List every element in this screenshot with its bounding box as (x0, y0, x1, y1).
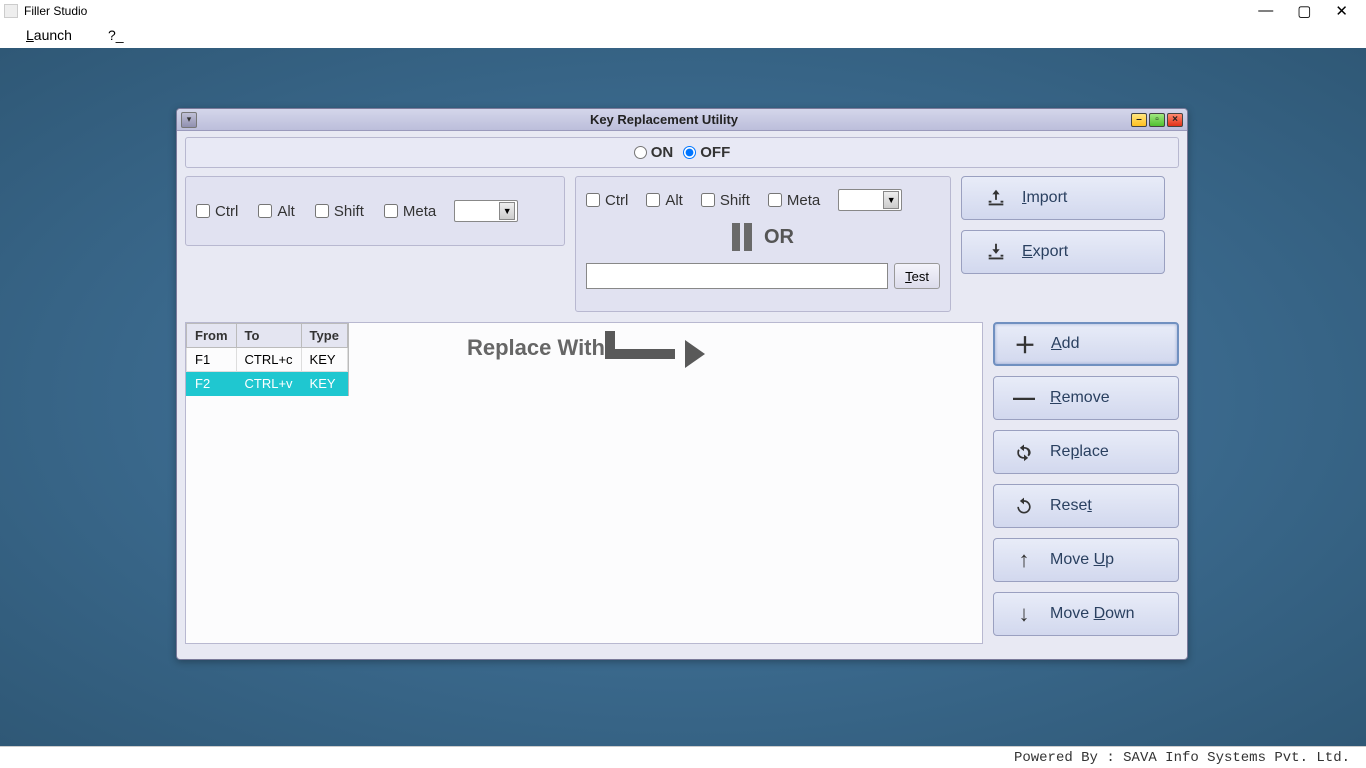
mappings-table[interactable]: From To Type F1CTRL+cKEYF2CTRL+vKEY (186, 323, 348, 396)
mappings-table-area: From To Type F1CTRL+cKEYF2CTRL+vKEY (185, 322, 983, 644)
minimize-icon[interactable]: — (1258, 2, 1273, 20)
reset-button[interactable]: Reset (993, 484, 1179, 528)
radio-on[interactable]: ON (634, 144, 674, 161)
maximize-icon[interactable]: ▢ (1297, 2, 1311, 20)
inner-minimize-icon[interactable]: – (1131, 113, 1147, 127)
movedown-button[interactable]: ↓ Move Down (993, 592, 1179, 636)
close-icon[interactable]: ✕ (1335, 2, 1348, 20)
import-icon (984, 186, 1008, 210)
test-button[interactable]: Test (894, 263, 940, 289)
inner-maximize-icon[interactable]: ▫ (1149, 113, 1165, 127)
footer: Powered By : SAVA Info Systems Pvt. Ltd. (0, 746, 1366, 768)
remove-button[interactable]: — Remove (993, 376, 1179, 420)
desktop: Key Replacement Utility – ▫ × ON OFF Ctr… (0, 48, 1366, 746)
source-key-panel: Ctrl Alt Shift Meta ▼ (185, 176, 565, 246)
radio-off[interactable]: OFF (683, 144, 730, 161)
replace-with-label: Replace With (467, 334, 705, 362)
table-row[interactable]: F2CTRL+vKEY (187, 372, 348, 396)
refresh-icon (1012, 442, 1036, 462)
src-meta-checkbox[interactable]: Meta (384, 203, 436, 220)
titlebar: Filler Studio — ▢ ✕ (0, 0, 1366, 22)
undo-icon (1012, 496, 1036, 516)
menu-help[interactable]: ?_ (108, 27, 124, 43)
col-from[interactable]: From (187, 324, 237, 348)
pause-icon (732, 223, 752, 251)
src-shift-checkbox[interactable]: Shift (315, 203, 364, 220)
col-type[interactable]: Type (301, 324, 347, 348)
menu-launch[interactable]: LLaunch (26, 27, 72, 43)
inner-title: Key Replacement Utility (197, 112, 1131, 127)
import-button[interactable]: Import (961, 176, 1165, 220)
arrow-down-icon: ↓ (1012, 601, 1036, 627)
onoff-panel: ON OFF (185, 137, 1179, 168)
or-separator: OR (586, 223, 940, 251)
src-key-dropdown[interactable]: ▼ (454, 200, 518, 222)
footer-text: Powered By : SAVA Info Systems Pvt. Ltd. (1014, 750, 1350, 766)
menubar: LLaunch ?_ (0, 22, 1366, 48)
col-to[interactable]: To (236, 324, 301, 348)
table-row[interactable]: F1CTRL+cKEY (187, 348, 348, 372)
app-icon (4, 4, 18, 18)
tgt-meta-checkbox[interactable]: Meta (768, 192, 820, 209)
system-menu-icon[interactable] (181, 112, 197, 128)
test-input[interactable] (586, 263, 888, 289)
export-button[interactable]: Export (961, 230, 1165, 274)
moveup-button[interactable]: ↑ Move Up (993, 538, 1179, 582)
add-button[interactable]: ＋ Add (993, 322, 1179, 366)
inner-titlebar[interactable]: Key Replacement Utility – ▫ × (177, 109, 1187, 131)
tgt-ctrl-checkbox[interactable]: Ctrl (586, 192, 628, 209)
replace-button[interactable]: Replace (993, 430, 1179, 474)
arrow-up-icon: ↑ (1012, 547, 1036, 573)
src-ctrl-checkbox[interactable]: Ctrl (196, 203, 238, 220)
minus-icon: — (1012, 385, 1036, 411)
inner-window: Key Replacement Utility – ▫ × ON OFF Ctr… (176, 108, 1188, 660)
app-title: Filler Studio (24, 4, 87, 18)
target-key-panel: Ctrl Alt Shift Meta ▼ OR Test (575, 176, 951, 312)
arrow-icon (615, 349, 675, 359)
src-alt-checkbox[interactable]: Alt (258, 203, 295, 220)
tgt-key-dropdown[interactable]: ▼ (838, 189, 902, 211)
plus-icon: ＋ (1013, 328, 1037, 360)
inner-close-icon[interactable]: × (1167, 113, 1183, 127)
tgt-shift-checkbox[interactable]: Shift (701, 192, 750, 209)
tgt-alt-checkbox[interactable]: Alt (646, 192, 683, 209)
export-icon (984, 240, 1008, 264)
